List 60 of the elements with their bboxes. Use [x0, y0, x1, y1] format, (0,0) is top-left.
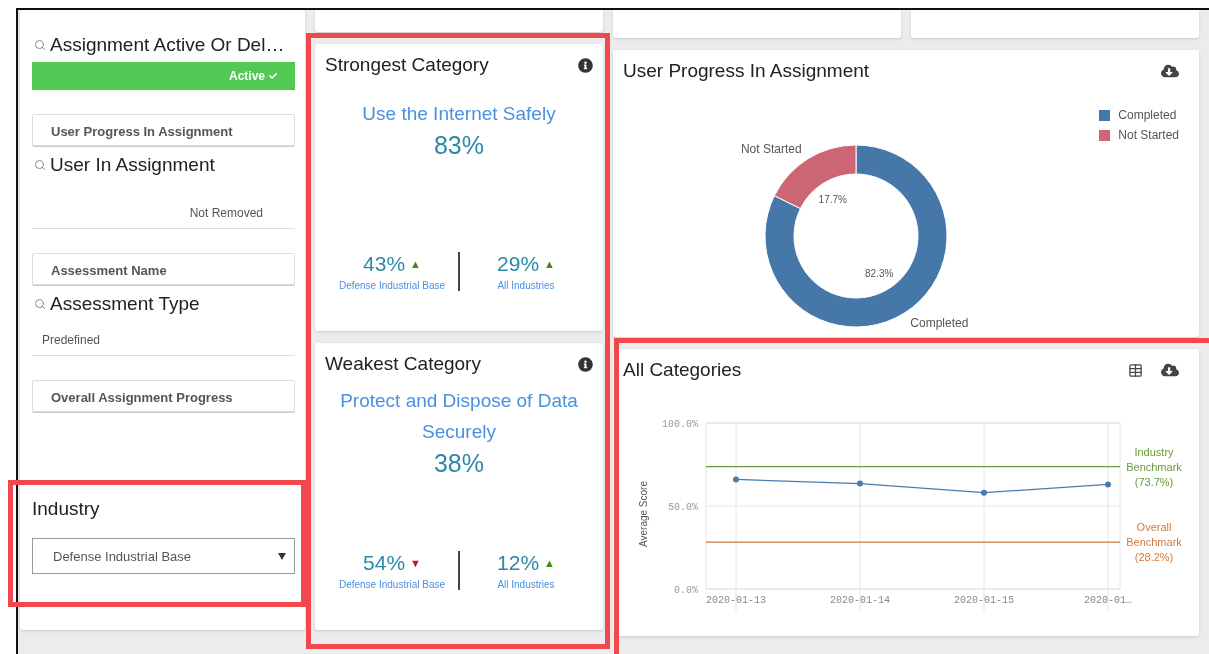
industry-select[interactable]: Defense Industrial Base [32, 538, 295, 574]
legend-label: Not Started [1118, 128, 1179, 142]
legend-label: Completed [1118, 108, 1177, 122]
benchmark-label: Overall Benchmark (28.2%) [1126, 521, 1182, 564]
data-point [857, 480, 863, 487]
search-icon [34, 298, 46, 310]
x-tick-label: 2020-01-15 [954, 595, 1014, 606]
table-icon[interactable] [1128, 362, 1143, 378]
filter-box[interactable]: User Progress In Assignment [32, 114, 295, 146]
filter-value: Predefined [32, 321, 295, 356]
y-tick-label: 100.0% [662, 419, 698, 430]
comparison-value: 29% [497, 252, 540, 276]
card-title: Strongest Category [325, 54, 489, 76]
cloud-download-icon[interactable] [1161, 62, 1179, 80]
data-point [981, 489, 987, 496]
industry-label: Industry [32, 498, 101, 520]
y-tick-label: 50.0% [668, 502, 698, 513]
category-score: 38% [433, 449, 484, 478]
cloud-download-icon[interactable] [1161, 361, 1179, 379]
slice-label: Not Started [740, 141, 802, 156]
comparison-value: 43% [363, 252, 406, 276]
info-icon[interactable] [578, 57, 593, 73]
axis-title: Average Score [638, 481, 649, 547]
card-title: User Progress In Assignment [623, 60, 870, 82]
x-tick-label: 2020-01-14 [830, 595, 890, 606]
data-point [733, 476, 739, 483]
category-name: Protect and Dispose of Data Securely [339, 389, 579, 444]
data-point [1105, 481, 1111, 488]
comparison-label: All Industries [497, 579, 555, 590]
search-icon [34, 159, 46, 171]
x-tick-label: 2020-01… [1084, 595, 1132, 606]
check-icon [269, 72, 277, 80]
slice-value: 82.3% [865, 268, 894, 280]
trend-arrow: ▼ [410, 557, 421, 569]
filter-value: Not Removed [32, 182, 295, 229]
filter-title: User In Assignment [50, 154, 215, 176]
slice-label: Completed [910, 316, 969, 331]
trend-arrow: ▲ [410, 258, 421, 270]
comparison-label: Defense Industrial Base [338, 579, 446, 590]
comparison-label: All Industries [497, 280, 555, 291]
category-name: Use the Internet Safely [361, 102, 557, 126]
comparison-label: Defense Industrial Base [338, 280, 446, 291]
search-icon [34, 39, 46, 51]
trend-arrow: ▲ [544, 557, 555, 569]
card-title: All Categories [623, 359, 742, 381]
info-icon[interactable] [578, 356, 593, 372]
category-score: 83% [433, 131, 484, 160]
comparison-value: 54% [363, 551, 406, 575]
benchmark-label: Industry Benchmark (73.7%) [1126, 445, 1182, 488]
comparison-value: 12% [497, 551, 540, 575]
filter-box[interactable]: Assessment Name [32, 253, 295, 285]
x-tick-label: 2020-01-13 [706, 595, 766, 606]
trend-arrow: ▲ [544, 258, 555, 270]
slice-value: 17.7% [818, 193, 847, 205]
card-title: Weakest Category [325, 353, 481, 375]
filter-title: Assessment Type [50, 293, 200, 315]
caret-icon [278, 552, 286, 560]
filter-title: Assignment Active Or Del… [50, 34, 285, 56]
filter-box[interactable]: Overall Assignment Progress [32, 380, 295, 412]
y-tick-label: 0.0% [674, 585, 698, 596]
